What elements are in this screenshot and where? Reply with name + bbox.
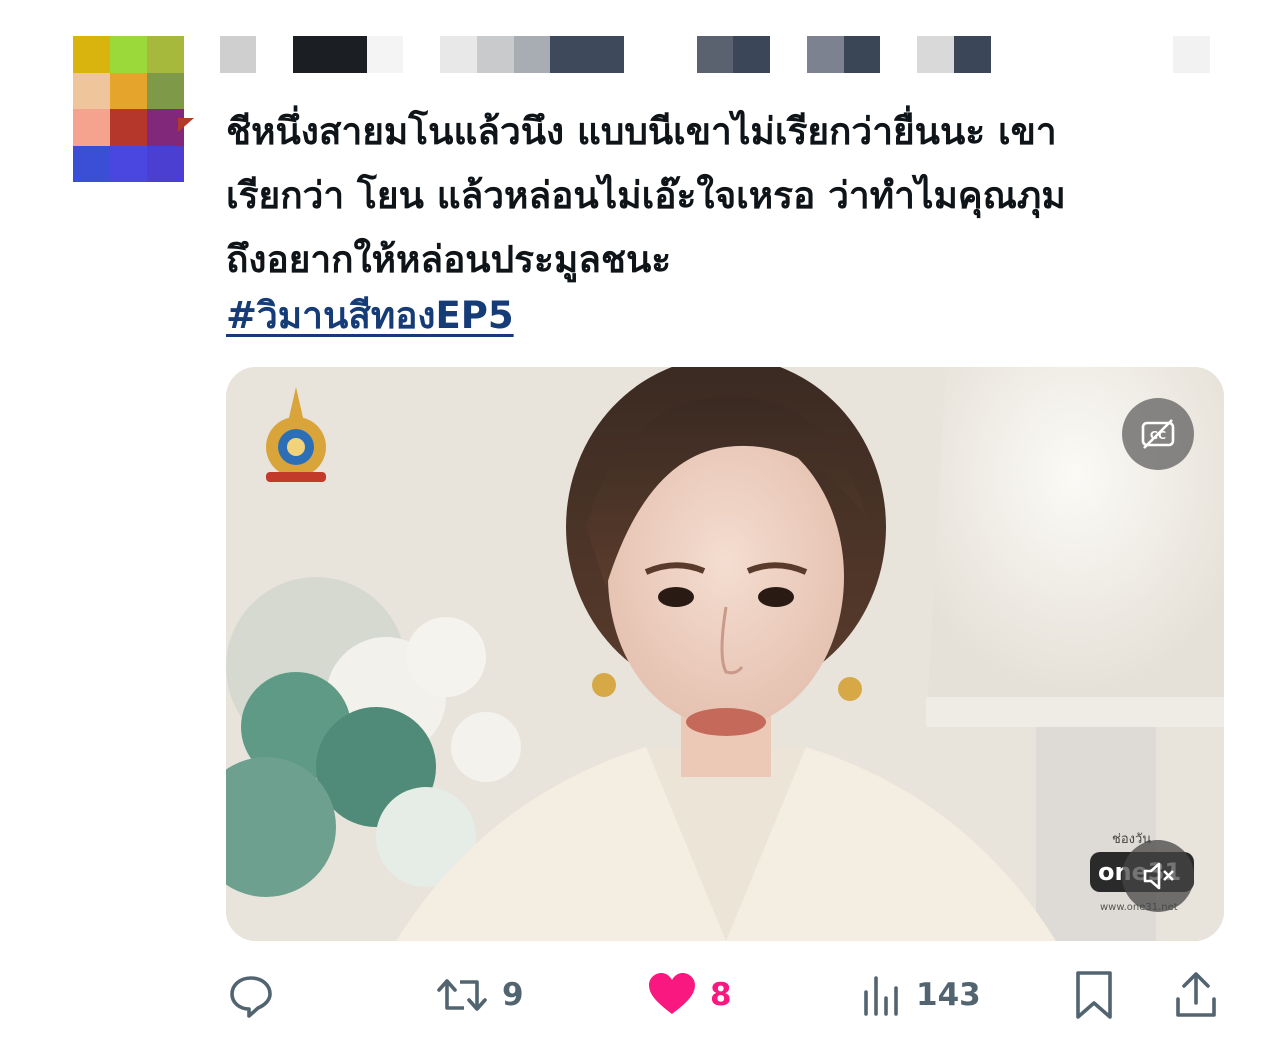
tweet-text-line: ชีหนึ่งสายมโนแล้วนึง แบบนีเขาไม่เรียกว่า… bbox=[226, 110, 1057, 153]
bookmark-button[interactable] bbox=[1072, 960, 1116, 1030]
speaker-muted-icon bbox=[1138, 856, 1178, 896]
video-frame bbox=[226, 367, 1224, 941]
avatar-pixel bbox=[73, 145, 110, 182]
avatar-pixel bbox=[147, 36, 184, 73]
reply-icon bbox=[226, 970, 276, 1020]
tweet-text-line: ถึงอยากให้หล่อนประมูลชนะ bbox=[226, 238, 672, 281]
views-button[interactable]: 143 bbox=[860, 960, 981, 1030]
bookmark-icon bbox=[1072, 969, 1116, 1021]
name-pixel-block bbox=[293, 36, 367, 73]
hashtag-link[interactable]: #วิมานสีทองEP5 bbox=[226, 288, 514, 344]
closed-captions-button[interactable]: CC bbox=[1122, 398, 1194, 470]
name-pixel-block bbox=[733, 36, 770, 73]
avatar-pixel bbox=[73, 109, 110, 146]
name-pixel-block bbox=[697, 36, 733, 73]
repost-count: 9 bbox=[502, 977, 524, 1013]
tweet-text-line: เรียกว่า โยน แล้วหล่อนไม่เอ๊ะใจเหรอ ว่าท… bbox=[226, 174, 1066, 217]
avatar-pixel bbox=[110, 72, 147, 109]
avatar-pixel bbox=[147, 145, 184, 182]
name-pixel-block bbox=[807, 36, 844, 73]
avatar-decoration bbox=[178, 118, 194, 132]
repost-button[interactable]: 9 bbox=[434, 960, 524, 1030]
share-button[interactable] bbox=[1172, 960, 1220, 1030]
author-name-redacted[interactable] bbox=[220, 36, 1220, 73]
avatar-pixel bbox=[73, 36, 110, 73]
mute-button[interactable] bbox=[1122, 840, 1194, 912]
name-pixel-block bbox=[844, 36, 880, 73]
name-pixel-block bbox=[220, 36, 256, 73]
views-count: 143 bbox=[916, 977, 981, 1013]
avatar-pixel bbox=[110, 145, 147, 182]
tweet-action-bar: 9 8 143 bbox=[226, 960, 1224, 1030]
like-button[interactable]: 8 bbox=[646, 960, 732, 1030]
avatar-pixel bbox=[147, 72, 184, 109]
avatar-pixel bbox=[110, 109, 147, 146]
name-pixel-block bbox=[367, 36, 403, 73]
author-avatar[interactable] bbox=[73, 36, 184, 182]
views-bar-chart-icon bbox=[860, 970, 904, 1020]
video-player[interactable] bbox=[226, 367, 1224, 941]
name-pixel-block bbox=[917, 36, 954, 73]
reply-button[interactable] bbox=[226, 960, 288, 1030]
name-pixel-block bbox=[514, 36, 550, 73]
avatar-pixel bbox=[110, 36, 147, 73]
share-upload-icon bbox=[1172, 969, 1220, 1021]
name-pixel-block bbox=[1173, 36, 1210, 73]
heart-filled-icon bbox=[646, 970, 698, 1020]
repost-icon bbox=[434, 970, 490, 1020]
avatar-pixel bbox=[73, 72, 110, 109]
name-pixel-block bbox=[477, 36, 514, 73]
name-pixel-block bbox=[550, 36, 624, 73]
like-count: 8 bbox=[710, 977, 732, 1013]
closed-captions-off-icon: CC bbox=[1138, 414, 1178, 454]
name-pixel-block bbox=[954, 36, 991, 73]
tweet-text: ชีหนึ่งสายมโนแล้วนึง แบบนีเขาไม่เรียกว่า… bbox=[226, 100, 1236, 292]
name-pixel-block bbox=[440, 36, 477, 73]
